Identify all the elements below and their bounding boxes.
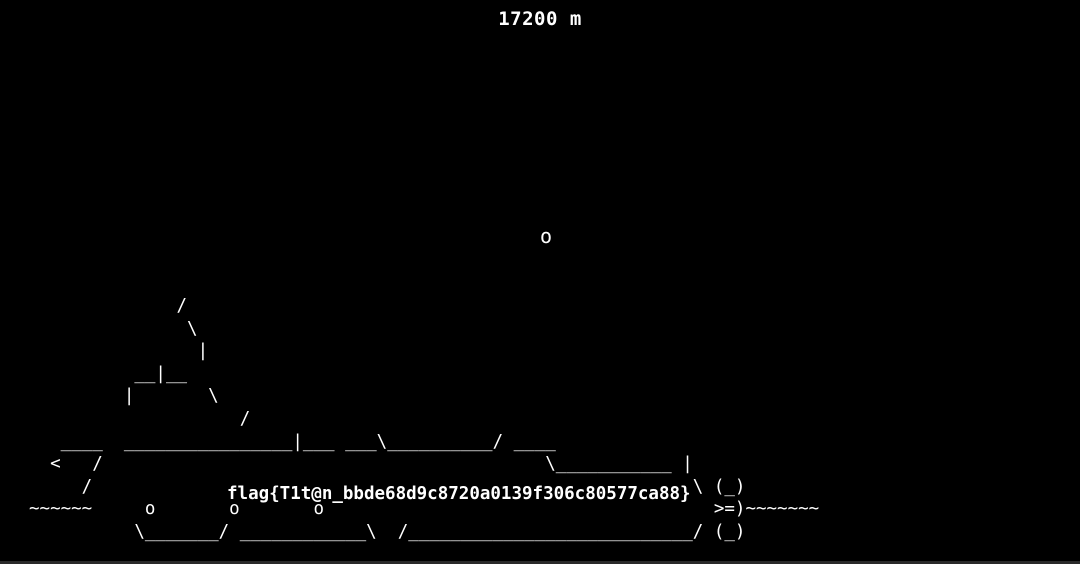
submarine-ascii-art: / \ | __|__ | \ / ____ ________________|… bbox=[29, 296, 820, 542]
depth-readout: 17200 m bbox=[498, 8, 582, 30]
game-screen: 17200 m o / \ | __|__ | \ / ____ _______… bbox=[0, 0, 1080, 564]
bubble: o bbox=[540, 224, 553, 248]
flag-text: flag{T1t@n_bbde68d9c8720a0139f306c80577c… bbox=[227, 484, 691, 504]
